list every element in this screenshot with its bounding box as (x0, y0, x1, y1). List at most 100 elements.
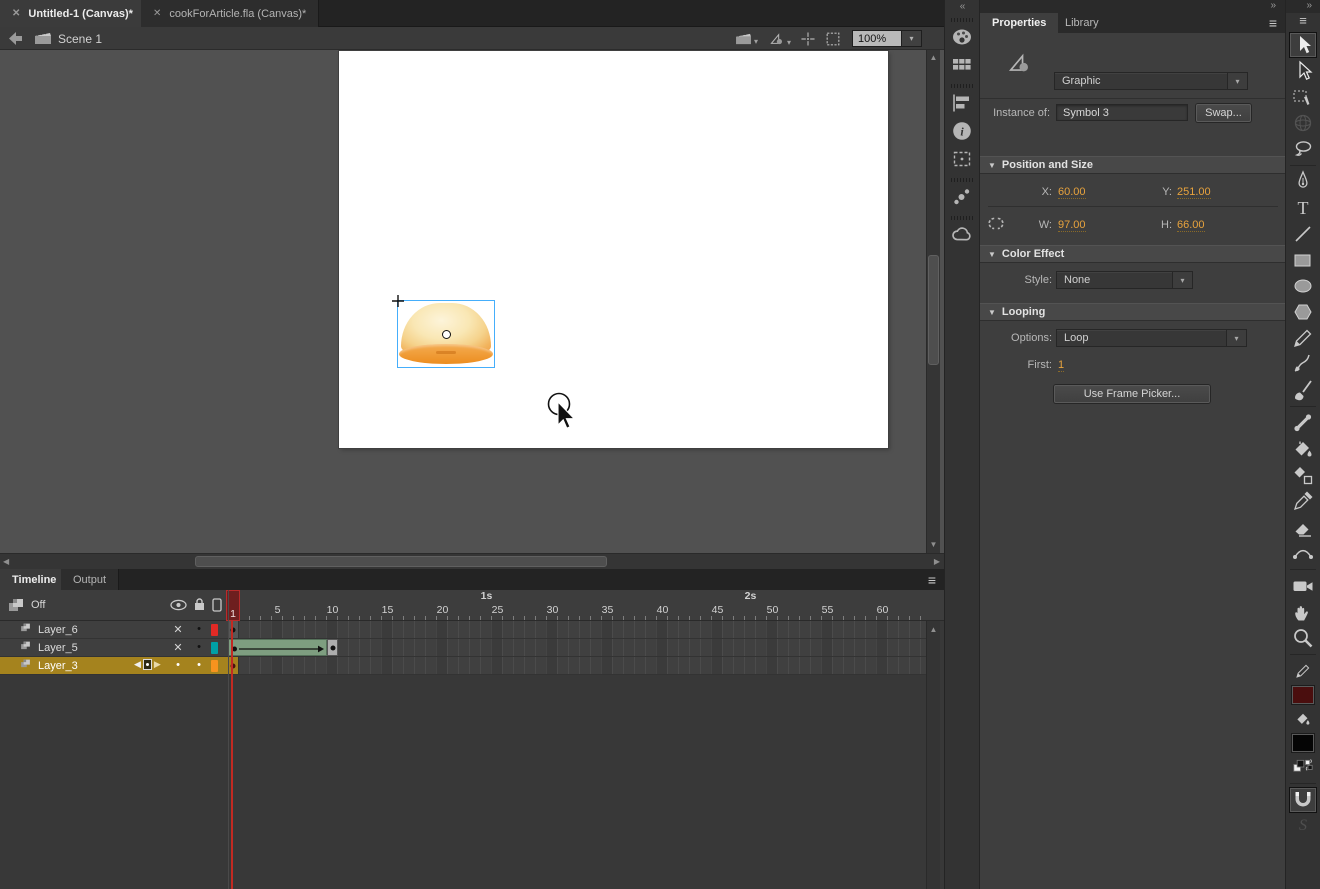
paint-brush-tool-icon[interactable] (1289, 351, 1317, 377)
scene-breadcrumb[interactable]: Scene 1 (58, 32, 102, 46)
w-value[interactable]: 97.00 (1058, 219, 1086, 232)
scroll-right-arrow[interactable]: ▶ (934, 557, 940, 567)
info-panel-icon[interactable]: i (948, 118, 976, 144)
close-icon[interactable]: ✕ (153, 8, 161, 19)
selection-tool-icon[interactable] (1289, 32, 1317, 58)
instance-name-field[interactable]: Symbol 3 (1056, 104, 1188, 121)
edit-symbol-menu-icon[interactable]: ▾ (768, 31, 791, 47)
oval-tool-icon[interactable] (1289, 273, 1317, 299)
frames-row-layer_3[interactable] (228, 657, 926, 675)
subselection-tool-icon[interactable] (1289, 58, 1317, 84)
transform-panel-icon[interactable] (948, 146, 976, 172)
use-frame-picker-button[interactable]: Use Frame Picker... (1054, 385, 1210, 403)
dock-grip[interactable] (951, 18, 973, 22)
snap-to-objects-toggle-icon[interactable] (1289, 787, 1317, 813)
next-keyframe-icon[interactable]: ▶ (154, 659, 161, 670)
frames-row-layer_6[interactable] (228, 621, 926, 639)
properties-panel-menu-icon[interactable]: ≡ (1269, 15, 1277, 31)
lasso-tool-icon[interactable] (1289, 136, 1317, 162)
smooth-option-icon[interactable]: S (1289, 813, 1317, 839)
scroll-up-arrow[interactable]: ▲ (927, 625, 940, 635)
layer-outline-color-swatch[interactable] (211, 660, 218, 672)
scroll-down-arrow[interactable]: ▼ (927, 540, 940, 550)
insert-keyframe-icon[interactable] (142, 659, 152, 670)
eraser-tool-icon[interactable] (1289, 514, 1317, 540)
fill-color-control-icon[interactable] (1289, 706, 1317, 732)
tween-end-keyframe[interactable] (327, 639, 338, 656)
playhead-line[interactable] (231, 621, 233, 889)
layer-depth-toggle-label[interactable]: Off (31, 599, 45, 611)
stroke-color-swatch[interactable] (1291, 685, 1315, 705)
tab-library[interactable]: Library (1053, 13, 1111, 33)
lock-all-layers-icon[interactable] (193, 597, 206, 612)
dock-grip[interactable] (951, 84, 973, 88)
x-value[interactable]: 60.00 (1058, 186, 1086, 199)
layer-hidden-x[interactable]: ✕ (169, 623, 187, 636)
collapse-to-icons-icon[interactable]: » (1306, 0, 1311, 11)
rectangle-tool-icon[interactable] (1289, 247, 1317, 273)
y-value[interactable]: 251.00 (1177, 186, 1211, 199)
stage-zoom-value[interactable]: 100% (852, 30, 902, 47)
collapse-to-icons-icon[interactable]: » (1270, 0, 1275, 11)
first-frame-value[interactable]: 1 (1058, 359, 1065, 372)
bone-tool-icon[interactable] (1289, 410, 1317, 436)
layer-row-layer_3[interactable]: Layer_3 ◀ ▶ • • (0, 657, 228, 675)
timeline-panel-divider[interactable] (228, 590, 229, 889)
timeline-panel-menu-icon[interactable]: ≡ (928, 572, 936, 588)
stage-zoom-caret[interactable]: ▾ (902, 30, 922, 47)
align-panel-icon[interactable] (948, 90, 976, 116)
symbol-selection-box[interactable] (392, 295, 495, 368)
motion-presets-panel-icon[interactable] (948, 184, 976, 210)
tween-span[interactable] (228, 639, 327, 656)
dock-grip[interactable] (951, 216, 973, 220)
expand-panels-icon[interactable]: « (945, 1, 979, 12)
outline-all-layers-icon[interactable] (212, 598, 222, 612)
tab-output[interactable]: Output (61, 569, 120, 590)
ink-bottle-tool-icon[interactable] (1289, 462, 1317, 488)
layer-visibility-dot[interactable]: • (169, 659, 187, 671)
link-width-height-icon[interactable] (986, 213, 1006, 233)
stroke-color-control-icon[interactable] (1289, 658, 1317, 684)
tools-panel-menu-icon[interactable]: ≡ (1286, 13, 1320, 31)
layer-hidden-x[interactable]: ✕ (169, 641, 187, 654)
layers-stack-icon[interactable] (8, 598, 24, 613)
layer-outline-color-swatch[interactable] (211, 624, 218, 636)
clip-content-outline-icon[interactable] (825, 31, 841, 47)
document-tab-cookforarticle[interactable]: ✕ cookForArticle.fla (Canvas)* (141, 0, 320, 27)
loop-options-dropdown[interactable]: Loop ▾ (1056, 329, 1247, 347)
tab-timeline[interactable]: Timeline (0, 569, 70, 590)
layer-lock-dot[interactable]: • (193, 659, 205, 671)
stage-pasteboard[interactable] (0, 50, 944, 553)
center-frame-icon[interactable] (800, 31, 816, 47)
brush-tool-icon[interactable] (1289, 377, 1317, 403)
dock-grip[interactable] (951, 178, 973, 182)
camera-tool-icon[interactable] (1289, 573, 1317, 599)
scroll-thumb[interactable] (928, 255, 939, 365)
timeline-vertical-scrollbar[interactable]: ▲ (926, 621, 940, 889)
back-arrow-icon[interactable] (7, 31, 23, 46)
show-hide-all-layers-icon[interactable] (170, 598, 187, 612)
tab-properties[interactable]: Properties (980, 13, 1059, 33)
scroll-left-arrow[interactable]: ◀ (3, 557, 9, 567)
close-icon[interactable]: ✕ (12, 8, 20, 19)
swap-button[interactable]: Swap... (1196, 104, 1251, 122)
h-value[interactable]: 66.00 (1177, 219, 1205, 232)
frames-row-layer_5[interactable] (228, 639, 926, 657)
section-looping[interactable]: ▼ Looping (980, 303, 1285, 321)
pen-tool-icon[interactable] (1289, 169, 1317, 195)
prev-keyframe-icon[interactable]: ◀ (134, 659, 141, 670)
eyedropper-tool-icon[interactable] (1289, 488, 1317, 514)
scroll-up-arrow[interactable]: ▲ (927, 53, 940, 63)
free-transform-tool-icon[interactable] (1289, 84, 1317, 110)
layer-lock-dot[interactable]: • (193, 623, 205, 635)
edit-scene-menu-icon[interactable]: ▾ (735, 32, 758, 46)
layer-name[interactable]: Layer_3 (38, 660, 78, 672)
stage-horizontal-scrollbar[interactable]: ◀ ▶ (0, 553, 944, 569)
stage-vertical-scrollbar[interactable]: ▲ ▼ (926, 50, 940, 553)
stage-canvas[interactable] (339, 51, 888, 448)
layer-name[interactable]: Layer_6 (38, 624, 78, 636)
style-dropdown[interactable]: None ▾ (1056, 271, 1193, 289)
keyframe-frame-1[interactable] (228, 657, 239, 674)
width-tool-icon[interactable] (1289, 540, 1317, 566)
pencil-tool-icon[interactable] (1289, 325, 1317, 351)
